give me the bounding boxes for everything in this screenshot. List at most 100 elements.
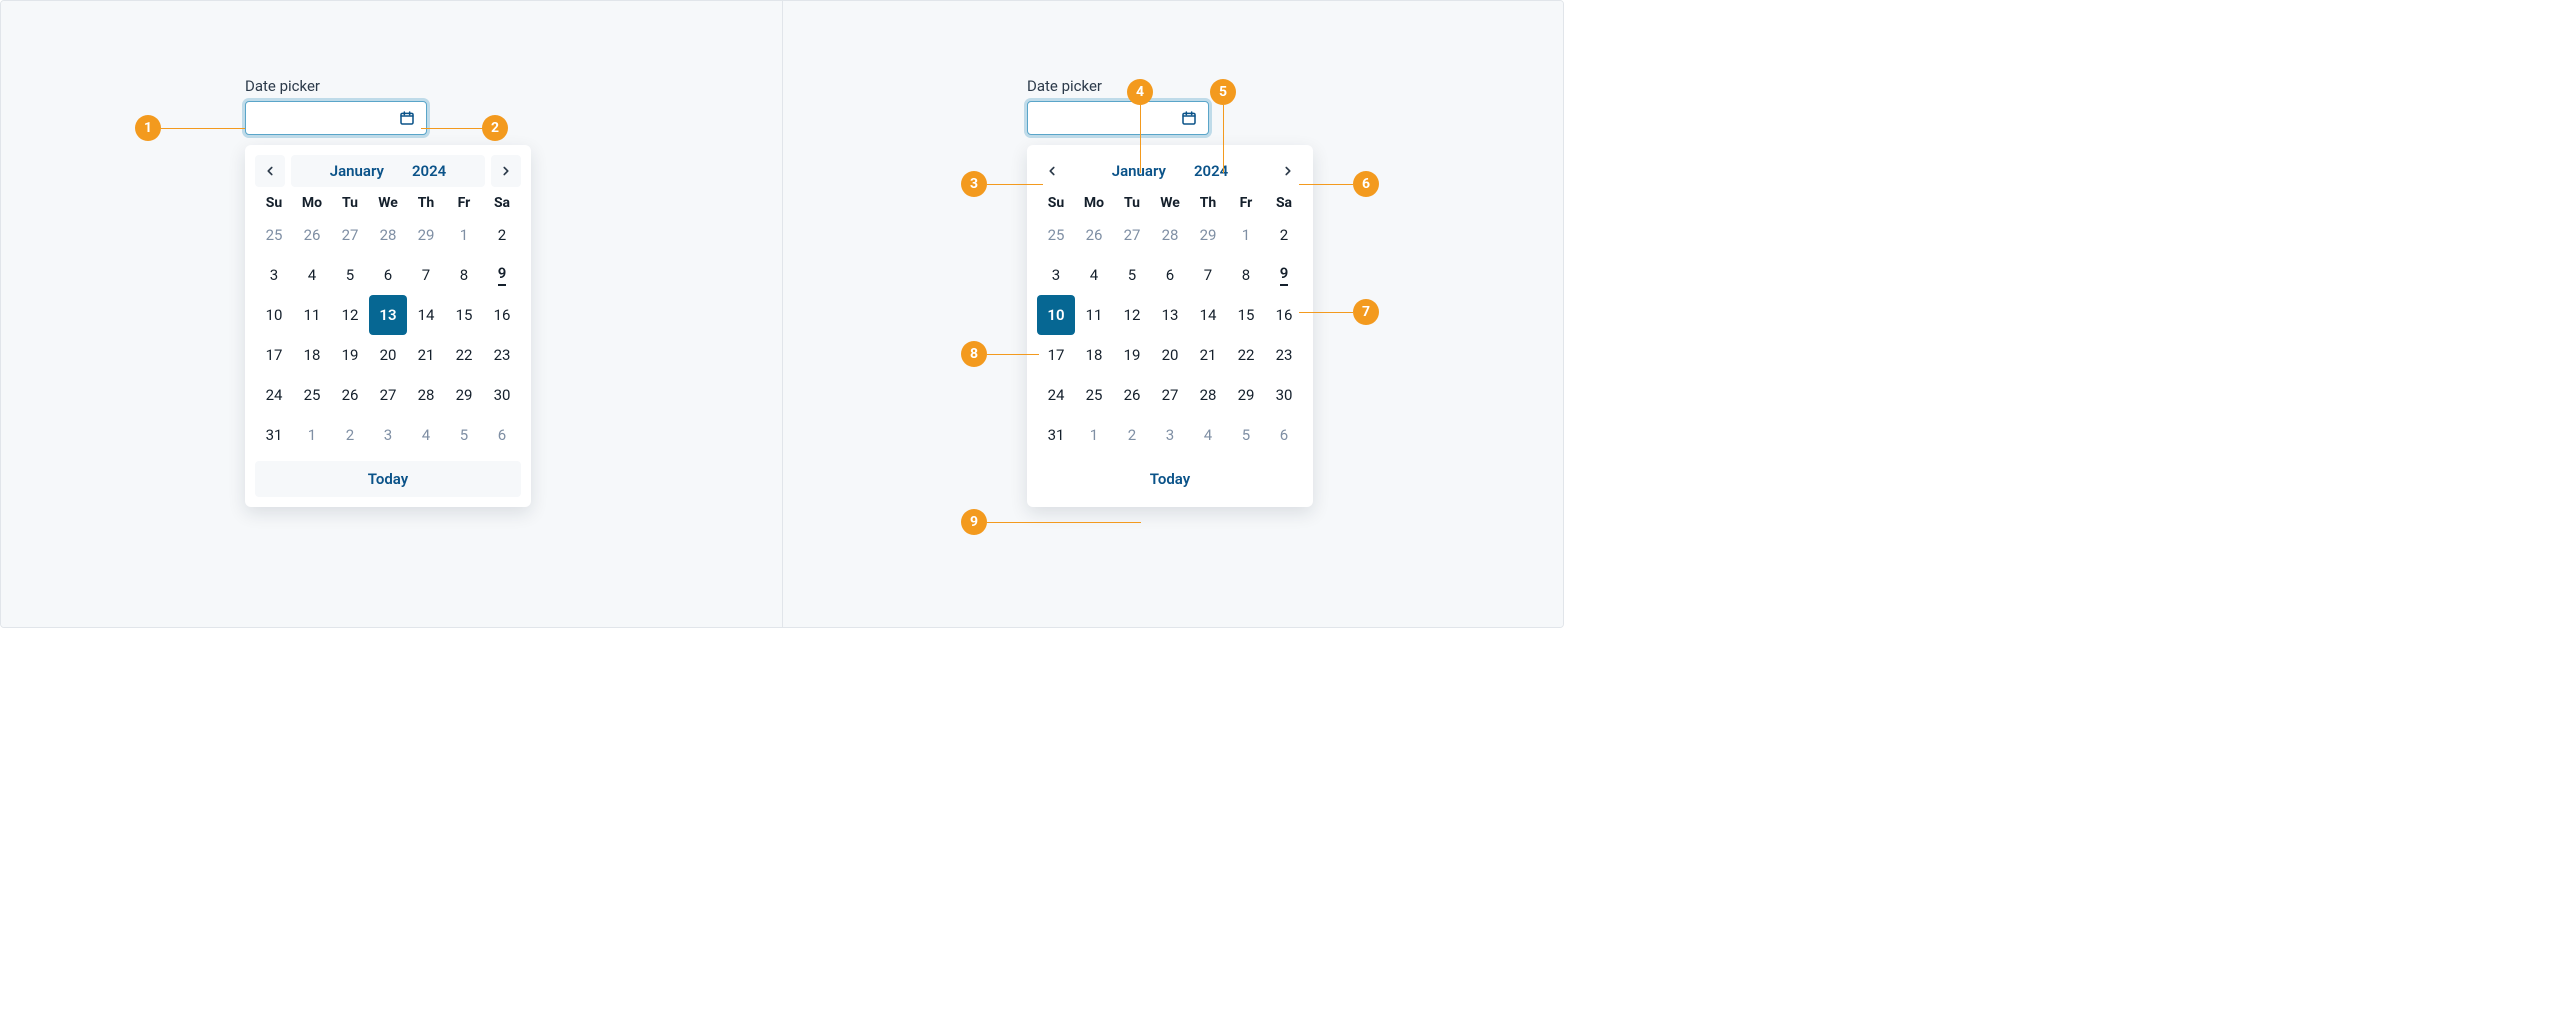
day-cell[interactable]: 23 bbox=[1265, 335, 1303, 375]
day-cell[interactable]: 23 bbox=[483, 335, 521, 375]
day-cell[interactable]: 3 bbox=[1037, 255, 1075, 295]
day-cell[interactable]: 15 bbox=[1227, 295, 1265, 335]
day-cell-outside[interactable]: 26 bbox=[1075, 215, 1113, 255]
day-cell[interactable]: 8 bbox=[445, 255, 483, 295]
day-cell-outside[interactable]: 25 bbox=[255, 215, 293, 255]
prev-month-button[interactable] bbox=[1037, 155, 1067, 187]
day-cell[interactable]: 8 bbox=[1227, 255, 1265, 295]
day-cell-outside[interactable]: 1 bbox=[293, 415, 331, 455]
day-cell-outside[interactable]: 6 bbox=[483, 415, 521, 455]
day-cell[interactable]: 25 bbox=[293, 375, 331, 415]
day-cell[interactable]: 21 bbox=[407, 335, 445, 375]
day-cell-outside[interactable]: 25 bbox=[1037, 215, 1075, 255]
today-button[interactable]: Today bbox=[1037, 461, 1303, 497]
day-cell-today[interactable]: 9 bbox=[1265, 255, 1303, 295]
day-cell-outside[interactable]: 6 bbox=[1265, 415, 1303, 455]
day-cell[interactable]: 17 bbox=[1037, 335, 1075, 375]
day-cell[interactable]: 29 bbox=[445, 375, 483, 415]
month-year-select[interactable]: January 2024 bbox=[291, 155, 485, 187]
figure-canvas: Date picker January 2024 bbox=[0, 0, 1564, 628]
day-cell[interactable]: 3 bbox=[255, 255, 293, 295]
day-cell[interactable]: 2 bbox=[1265, 215, 1303, 255]
day-cell[interactable]: 31 bbox=[1037, 415, 1075, 455]
day-cell-outside[interactable]: 26 bbox=[293, 215, 331, 255]
day-cell[interactable]: 12 bbox=[331, 295, 369, 335]
day-cell-outside[interactable]: 3 bbox=[1151, 415, 1189, 455]
year-link[interactable]: 2024 bbox=[412, 162, 446, 180]
day-cell[interactable]: 6 bbox=[1151, 255, 1189, 295]
day-cell[interactable]: 31 bbox=[255, 415, 293, 455]
calendar-icon-button[interactable] bbox=[1178, 107, 1200, 129]
date-input[interactable] bbox=[245, 101, 427, 135]
day-cell-outside[interactable]: 28 bbox=[369, 215, 407, 255]
day-cell[interactable]: 26 bbox=[1113, 375, 1151, 415]
day-cell[interactable]: 10 bbox=[255, 295, 293, 335]
day-cell-outside[interactable]: 29 bbox=[407, 215, 445, 255]
day-cell[interactable]: 28 bbox=[1189, 375, 1227, 415]
day-cell[interactable]: 28 bbox=[407, 375, 445, 415]
day-cell[interactable]: 12 bbox=[1113, 295, 1151, 335]
day-cell[interactable]: 25 bbox=[1075, 375, 1113, 415]
day-cell[interactable]: 5 bbox=[1113, 255, 1151, 295]
day-cell[interactable]: 6 bbox=[369, 255, 407, 295]
day-cell[interactable]: 18 bbox=[293, 335, 331, 375]
day-cell[interactable]: 26 bbox=[331, 375, 369, 415]
date-input[interactable] bbox=[1027, 101, 1209, 135]
day-cell[interactable]: 17 bbox=[255, 335, 293, 375]
day-cell[interactable]: 5 bbox=[331, 255, 369, 295]
day-cell[interactable]: 14 bbox=[1189, 295, 1227, 335]
day-cell[interactable]: 14 bbox=[407, 295, 445, 335]
day-cell[interactable]: 27 bbox=[1151, 375, 1189, 415]
day-cell-outside[interactable]: 3 bbox=[369, 415, 407, 455]
day-cell[interactable]: 7 bbox=[407, 255, 445, 295]
day-cell-outside[interactable]: 29 bbox=[1189, 215, 1227, 255]
day-cell[interactable]: 30 bbox=[483, 375, 521, 415]
day-cell[interactable]: 16 bbox=[483, 295, 521, 335]
day-cell-outside[interactable]: 28 bbox=[1151, 215, 1189, 255]
month-link[interactable]: January bbox=[330, 162, 384, 180]
day-cell[interactable]: 24 bbox=[255, 375, 293, 415]
day-cell-selected[interactable]: 10 bbox=[1037, 295, 1075, 335]
day-cell[interactable]: 21 bbox=[1189, 335, 1227, 375]
day-cell[interactable]: 15 bbox=[445, 295, 483, 335]
day-cell[interactable]: 24 bbox=[1037, 375, 1075, 415]
day-cell-outside[interactable]: 2 bbox=[1113, 415, 1151, 455]
day-cell-today[interactable]: 9 bbox=[483, 255, 521, 295]
day-cell[interactable]: 11 bbox=[293, 295, 331, 335]
day-cell-outside[interactable]: 1 bbox=[1075, 415, 1113, 455]
day-cell-outside[interactable]: 5 bbox=[445, 415, 483, 455]
day-cell-outside[interactable]: 1 bbox=[445, 215, 483, 255]
today-button[interactable]: Today bbox=[255, 461, 521, 497]
day-cell-outside[interactable]: 2 bbox=[331, 415, 369, 455]
day-cell-outside[interactable]: 5 bbox=[1227, 415, 1265, 455]
day-cell-outside[interactable]: 1 bbox=[1227, 215, 1265, 255]
day-cell-outside[interactable]: 27 bbox=[1113, 215, 1151, 255]
day-cell[interactable]: 20 bbox=[369, 335, 407, 375]
day-cell-selected[interactable]: 13 bbox=[369, 295, 407, 335]
day-cell[interactable]: 20 bbox=[1151, 335, 1189, 375]
day-cell-outside[interactable]: 27 bbox=[331, 215, 369, 255]
day-cell-outside[interactable]: 4 bbox=[407, 415, 445, 455]
day-cell[interactable]: 2 bbox=[483, 215, 521, 255]
day-cell[interactable]: 11 bbox=[1075, 295, 1113, 335]
day-cell[interactable]: 27 bbox=[369, 375, 407, 415]
day-cell[interactable]: 4 bbox=[1075, 255, 1113, 295]
day-cell[interactable]: 4 bbox=[293, 255, 331, 295]
day-cell[interactable]: 19 bbox=[331, 335, 369, 375]
day-cell-outside[interactable]: 4 bbox=[1189, 415, 1227, 455]
day-cell[interactable]: 30 bbox=[1265, 375, 1303, 415]
day-cell[interactable]: 16 bbox=[1265, 295, 1303, 335]
month-link[interactable]: January bbox=[1112, 162, 1166, 180]
month-year-select[interactable]: January 2024 bbox=[1073, 155, 1267, 187]
prev-month-button[interactable] bbox=[255, 155, 285, 187]
day-cell[interactable]: 13 bbox=[1151, 295, 1189, 335]
day-cell[interactable]: 18 bbox=[1075, 335, 1113, 375]
next-month-button[interactable] bbox=[491, 155, 521, 187]
day-cell[interactable]: 29 bbox=[1227, 375, 1265, 415]
day-cell[interactable]: 7 bbox=[1189, 255, 1227, 295]
calendar-icon-button[interactable] bbox=[396, 107, 418, 129]
day-cell[interactable]: 22 bbox=[1227, 335, 1265, 375]
next-month-button[interactable] bbox=[1273, 155, 1303, 187]
day-cell[interactable]: 22 bbox=[445, 335, 483, 375]
day-cell[interactable]: 19 bbox=[1113, 335, 1151, 375]
